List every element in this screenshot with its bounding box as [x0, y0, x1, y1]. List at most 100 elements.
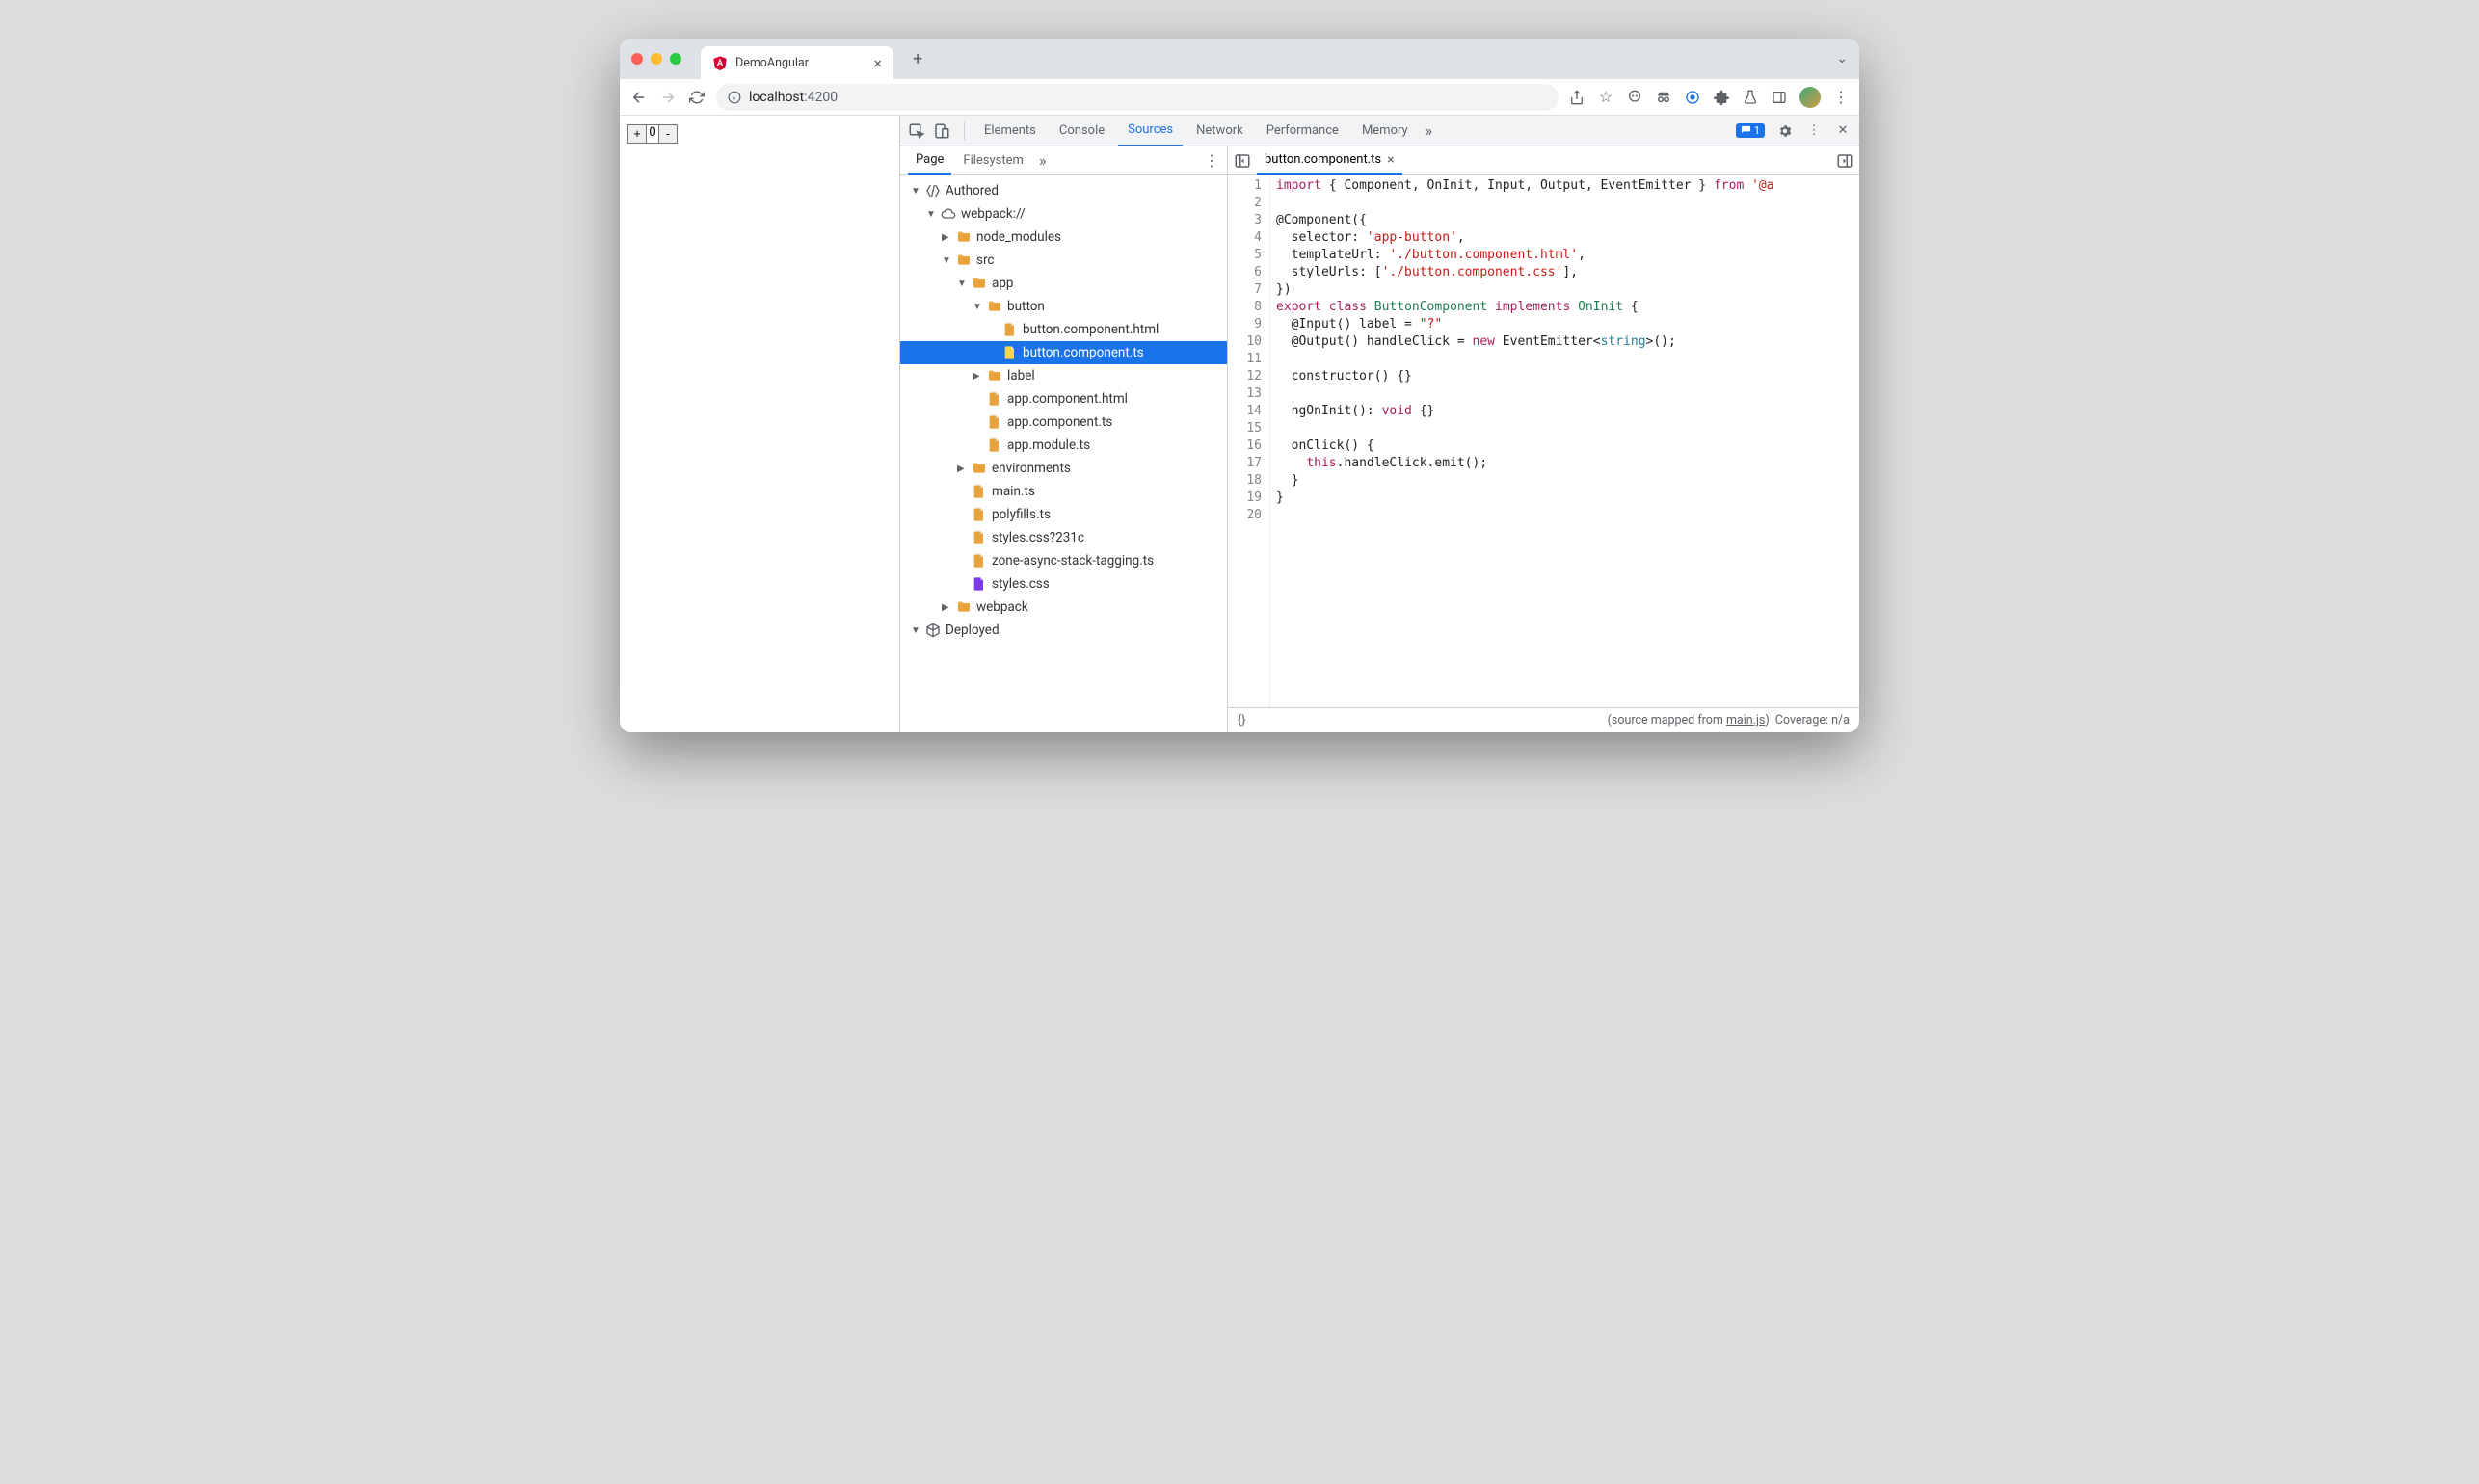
extension-incognito-icon[interactable]	[1655, 89, 1672, 106]
editor-tabbar: button.component.ts ×	[1228, 146, 1859, 175]
tabs-overflow[interactable]: »	[1426, 121, 1433, 140]
tree-item-polyfills-ts[interactable]: polyfills.ts	[900, 503, 1227, 526]
tree-item-webpack-[interactable]: ▼webpack://	[900, 202, 1227, 225]
tree-item-deployed[interactable]: ▼Deployed	[900, 619, 1227, 642]
extension-target-icon[interactable]	[1684, 89, 1701, 106]
extension-flask-icon[interactable]	[1742, 89, 1759, 106]
tab-close-button[interactable]: ×	[873, 54, 882, 72]
tree-label: polyfills.ts	[992, 507, 1051, 522]
code-editor[interactable]: 1234567891011121314151617181920 import {…	[1228, 175, 1859, 707]
info-icon	[728, 91, 741, 104]
browser-window: DemoAngular × + ⌄ localhost:4200 ☆ ⋮	[620, 39, 1859, 732]
extensions-icon[interactable]	[1713, 89, 1730, 106]
code-content: import { Component, OnInit, Input, Outpu…	[1270, 175, 1859, 707]
tab-title: DemoAngular	[735, 56, 866, 70]
tree-item-styles-css-231c[interactable]: styles.css?231c	[900, 526, 1227, 549]
devtools-tabbar: Elements Console Sources Network Perform…	[900, 116, 1859, 146]
tree-item-styles-css[interactable]: styles.css	[900, 572, 1227, 596]
counter-widget: + 0 -	[627, 124, 678, 144]
browser-tab[interactable]: DemoAngular ×	[701, 46, 893, 79]
profile-avatar[interactable]	[1799, 87, 1821, 108]
editor-tab-close[interactable]: ×	[1387, 152, 1394, 168]
tree-label: styles.css?231c	[992, 530, 1084, 545]
editor-pane: button.component.ts × 123456789101112131…	[1228, 146, 1859, 732]
sources-body: Page Filesystem » ⋮ ▼Authored▼webpack://…	[900, 146, 1859, 732]
tree-item-src[interactable]: ▼src	[900, 249, 1227, 272]
tree-item-app-component-ts[interactable]: app.component.ts	[900, 411, 1227, 434]
tab-elements[interactable]: Elements	[974, 116, 1046, 146]
tree-item-node-modules[interactable]: ▶node_modules	[900, 225, 1227, 249]
close-window-button[interactable]	[631, 53, 643, 65]
minimize-window-button[interactable]	[651, 53, 662, 65]
page-viewport: + 0 -	[620, 116, 899, 732]
tree-label: app.module.ts	[1007, 437, 1090, 453]
devtools-menu-icon[interactable]: ⋮	[1805, 122, 1823, 140]
tree-label: node_modules	[976, 229, 1061, 245]
tree-item-zone-async-stack-tagging-ts[interactable]: zone-async-stack-tagging.ts	[900, 549, 1227, 572]
tree-label: button.component.html	[1023, 322, 1159, 337]
reload-button[interactable]	[687, 88, 706, 107]
url-port: :4200	[804, 90, 838, 105]
navigator-menu-icon[interactable]: ⋮	[1204, 151, 1219, 170]
counter-plus-button[interactable]: +	[628, 125, 646, 143]
nav-tab-page[interactable]: Page	[908, 146, 951, 175]
share-icon[interactable]	[1568, 89, 1586, 106]
bookmark-icon[interactable]: ☆	[1597, 89, 1614, 106]
tab-sources[interactable]: Sources	[1118, 116, 1183, 146]
tree-item-button-component-ts[interactable]: button.component.ts	[900, 341, 1227, 364]
tree-item-button[interactable]: ▼button	[900, 295, 1227, 318]
tree-label: webpack://	[961, 206, 1026, 222]
toggle-debugger-icon[interactable]	[1836, 152, 1853, 170]
file-tree: ▼Authored▼webpack://▶node_modules▼src▼ap…	[900, 175, 1227, 732]
extension-skull-icon[interactable]	[1626, 89, 1643, 106]
devtools: Elements Console Sources Network Perform…	[899, 116, 1859, 732]
maximize-window-button[interactable]	[670, 53, 681, 65]
source-map-link[interactable]: main.js	[1726, 713, 1765, 728]
chrome-menu-icon[interactable]: ⋮	[1832, 89, 1850, 106]
toolbar: localhost:4200 ☆ ⋮	[620, 79, 1859, 116]
tree-item-environments[interactable]: ▶environments	[900, 457, 1227, 480]
titlebar: DemoAngular × + ⌄	[620, 39, 1859, 79]
forward-button[interactable]	[658, 88, 678, 107]
device-toggle-icon[interactable]	[933, 122, 950, 140]
tree-item-button-component-html[interactable]: button.component.html	[900, 318, 1227, 341]
tab-memory[interactable]: Memory	[1352, 116, 1418, 146]
source-map-label: (source mapped from main.js)	[1608, 713, 1770, 728]
side-panel-icon[interactable]	[1771, 89, 1788, 106]
tree-item-authored[interactable]: ▼Authored	[900, 179, 1227, 202]
editor-tab-label: button.component.ts	[1265, 152, 1381, 167]
tree-item-label[interactable]: ▶label	[900, 364, 1227, 387]
devtools-close-icon[interactable]: ✕	[1834, 122, 1852, 140]
sources-navigator: Page Filesystem » ⋮ ▼Authored▼webpack://…	[900, 146, 1228, 732]
nav-tab-filesystem[interactable]: Filesystem	[955, 146, 1031, 175]
counter-minus-button[interactable]: -	[659, 125, 677, 143]
counter-value: 0	[646, 125, 659, 143]
tree-item-main-ts[interactable]: main.ts	[900, 480, 1227, 503]
back-button[interactable]	[629, 88, 649, 107]
settings-icon[interactable]	[1776, 122, 1794, 140]
toggle-navigator-icon[interactable]	[1234, 152, 1251, 170]
tree-item-app-module-ts[interactable]: app.module.ts	[900, 434, 1227, 457]
nav-tabs-overflow[interactable]: »	[1039, 151, 1047, 170]
divider	[964, 122, 965, 140]
pretty-print-icon[interactable]: {}	[1238, 713, 1245, 728]
address-bar[interactable]: localhost:4200	[716, 84, 1559, 111]
tree-label: app.component.html	[1007, 391, 1128, 407]
new-tab-button[interactable]: +	[913, 49, 922, 69]
tab-list-button[interactable]: ⌄	[1836, 51, 1848, 66]
line-gutter: 1234567891011121314151617181920	[1228, 175, 1270, 707]
tab-network[interactable]: Network	[1186, 116, 1253, 146]
tree-label: Authored	[946, 183, 999, 199]
issues-badge[interactable]: 1	[1736, 123, 1765, 138]
tree-label: styles.css	[992, 576, 1050, 592]
tree-item-app-component-html[interactable]: app.component.html	[900, 387, 1227, 411]
tab-console[interactable]: Console	[1050, 116, 1114, 146]
editor-tab[interactable]: button.component.ts ×	[1257, 146, 1402, 175]
inspect-icon[interactable]	[908, 122, 925, 140]
tree-item-webpack[interactable]: ▶webpack	[900, 596, 1227, 619]
tree-item-app[interactable]: ▼app	[900, 272, 1227, 295]
coverage-label: Coverage: n/a	[1775, 713, 1850, 728]
tree-label: button.component.ts	[1023, 345, 1144, 360]
tab-performance[interactable]: Performance	[1257, 116, 1348, 146]
toolbar-icons: ☆ ⋮	[1568, 87, 1850, 108]
